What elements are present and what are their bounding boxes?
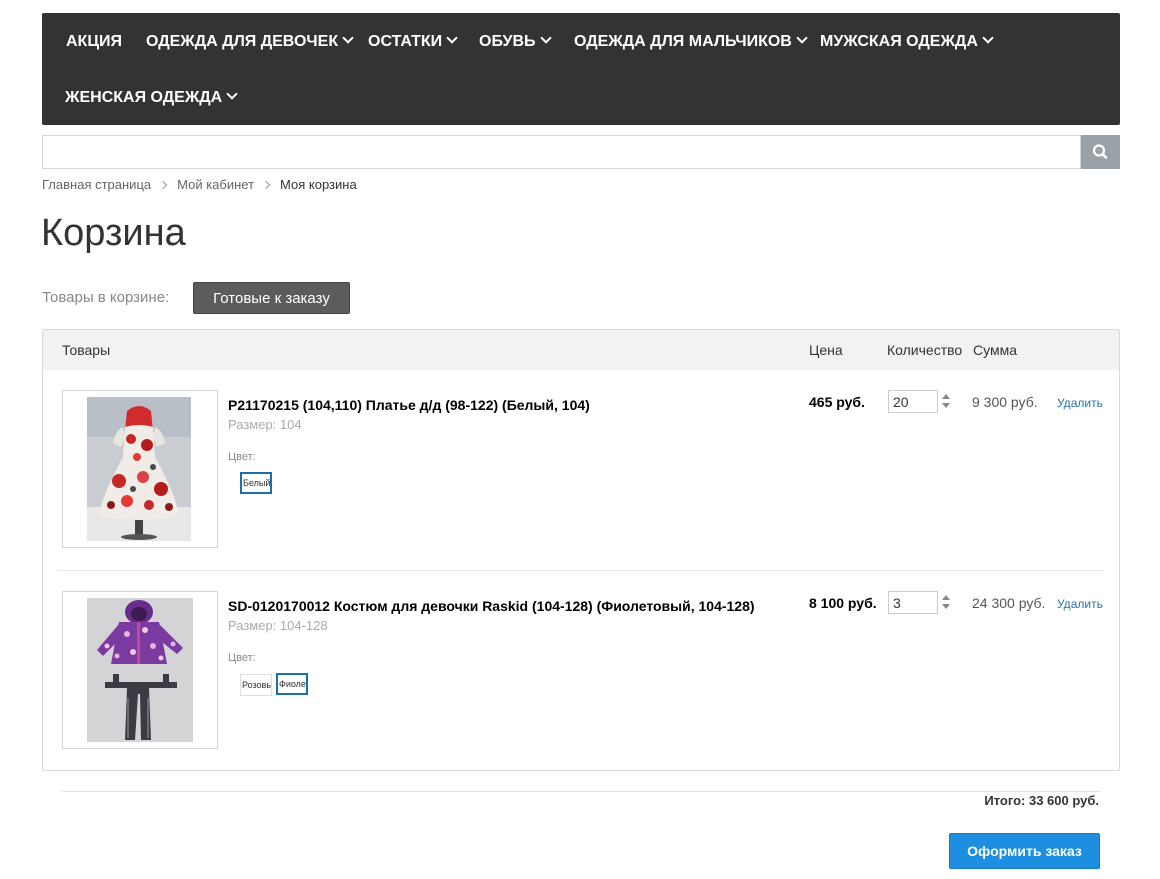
color-option[interactable]: Фиолетовый <box>276 673 308 695</box>
nav-item-label: ЖЕНСКАЯ ОДЕЖДА <box>65 89 223 106</box>
table-header: Товары Цена Количество Сумма <box>43 330 1119 370</box>
nav-item-mens-clothing[interactable]: МУЖСКАЯ ОДЕЖДА <box>820 32 994 52</box>
chevron-down-icon <box>342 32 354 44</box>
search-bar <box>42 135 1120 169</box>
nav-item-label: ОБУВЬ <box>479 33 536 50</box>
column-header-quantity: Количество <box>887 342 963 358</box>
main-navigation: АКЦИЯ ОДЕЖДА ДЛЯ ДЕВОЧЕК ОСТАТКИ ОБУВЬ О… <box>42 13 1120 125</box>
arrow-up-icon <box>942 394 950 399</box>
breadcrumb: Главная страница Мой кабинет Моя корзина <box>42 177 357 192</box>
product-title-link[interactable]: SD-0120170012 Костюм для девочки Raskid … <box>228 598 755 614</box>
arrow-down-icon <box>942 403 950 408</box>
color-label: Цвет: <box>228 451 256 463</box>
column-header-price: Цена <box>809 342 843 358</box>
chevron-down-icon <box>982 32 994 44</box>
item-sum: 24 300 руб. <box>972 595 1046 611</box>
nav-item-shoes[interactable]: ОБУВЬ <box>479 32 552 52</box>
checkout-button[interactable]: Оформить заказ <box>949 833 1100 869</box>
cart-total: Итого: 33 600 руб. <box>984 793 1099 808</box>
nav-item-label: ОДЕЖДА ДЛЯ ДЕВОЧЕК <box>146 33 339 50</box>
ready-to-order-button[interactable]: Готовые к заказу <box>193 282 350 314</box>
nav-item-boys-clothing[interactable]: ОДЕЖДА ДЛЯ МАЛЬЧИКОВ <box>574 32 808 52</box>
quantity-stepper[interactable] <box>941 390 951 413</box>
delete-item-link[interactable]: Удалить <box>1057 597 1103 611</box>
winter-suit-photo-image <box>87 598 193 742</box>
search-button[interactable] <box>1081 135 1120 169</box>
nav-item-label: МУЖСКАЯ ОДЕЖДА <box>820 33 978 50</box>
column-header-sum: Сумма <box>973 342 1017 358</box>
arrow-up-icon <box>942 595 950 600</box>
product-size: Размер: 104-128 <box>228 618 328 633</box>
delete-item-link[interactable]: Удалить <box>1057 396 1103 410</box>
nav-item-girls-clothing[interactable]: ОДЕЖДА ДЛЯ ДЕВОЧЕК <box>146 32 354 52</box>
chevron-down-icon <box>226 88 238 100</box>
product-image[interactable] <box>62 390 218 548</box>
product-title-link[interactable]: P21170215 (104,110) Платье д/д (98-122) … <box>228 397 590 413</box>
quantity-input[interactable] <box>888 390 938 413</box>
chevron-down-icon <box>446 32 458 44</box>
nav-item-label: ОСТАТКИ <box>368 33 443 50</box>
dress-photo-image <box>87 397 191 541</box>
chevron-down-icon <box>539 32 552 44</box>
nav-item-label: АКЦИЯ <box>66 33 123 50</box>
chevron-down-icon <box>796 32 808 44</box>
item-price: 8 100 руб. <box>809 595 877 611</box>
column-header-goods: Товары <box>62 342 111 358</box>
search-icon <box>1092 144 1108 159</box>
nav-item-womens-clothing[interactable]: ЖЕНСКАЯ ОДЕЖДА <box>65 88 238 108</box>
page-title: Корзина <box>41 212 186 254</box>
color-option[interactable]: Белый <box>240 472 272 494</box>
quantity-input[interactable] <box>888 591 938 614</box>
chevron-right-icon <box>261 180 271 190</box>
row-divider <box>58 570 1104 571</box>
filter-label: Товары в корзине: <box>42 289 170 306</box>
cart-table: Товары Цена Количество Сумма P21170215 (… <box>42 329 1120 771</box>
nav-item-sale[interactable]: АКЦИЯ <box>66 32 122 52</box>
quantity-stepper[interactable] <box>941 591 951 614</box>
breadcrumb-cabinet-link[interactable]: Мой кабинет <box>177 177 254 192</box>
nav-item-label: ОДЕЖДА ДЛЯ МАЛЬЧИКОВ <box>574 33 792 50</box>
item-sum: 9 300 руб. <box>972 394 1038 410</box>
item-price: 465 руб. <box>809 394 865 410</box>
product-size: Размер: 104 <box>228 417 302 432</box>
breadcrumb-current: Моя корзина <box>280 177 357 192</box>
total-divider <box>62 791 1100 792</box>
chevron-right-icon <box>158 180 168 190</box>
color-option[interactable]: Розовый <box>240 674 272 696</box>
product-image[interactable] <box>62 591 218 749</box>
nav-item-leftovers[interactable]: ОСТАТКИ <box>368 32 458 52</box>
arrow-down-icon <box>942 604 950 609</box>
color-label: Цвет: <box>228 652 256 664</box>
breadcrumb-home-link[interactable]: Главная страница <box>42 177 151 192</box>
search-input[interactable] <box>42 135 1081 169</box>
